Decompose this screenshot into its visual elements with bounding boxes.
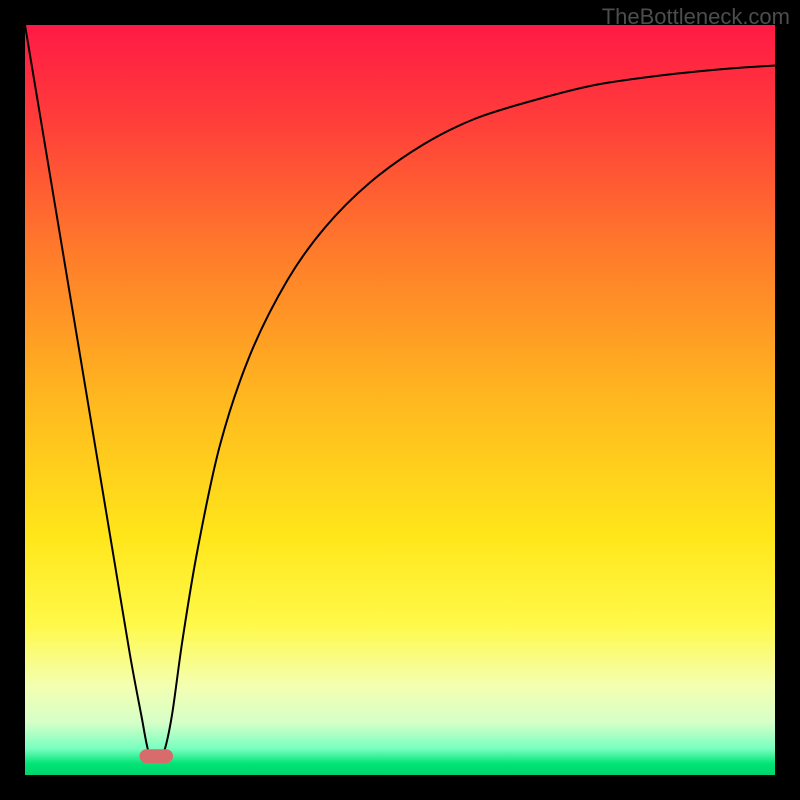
chart-svg [25, 25, 775, 775]
watermark-text: TheBottleneck.com [602, 4, 790, 30]
chart-frame: TheBottleneck.com [0, 0, 800, 800]
min-point-left [140, 749, 154, 763]
min-point-right [159, 749, 173, 763]
gradient-background [25, 25, 775, 775]
plot-area [25, 25, 775, 775]
